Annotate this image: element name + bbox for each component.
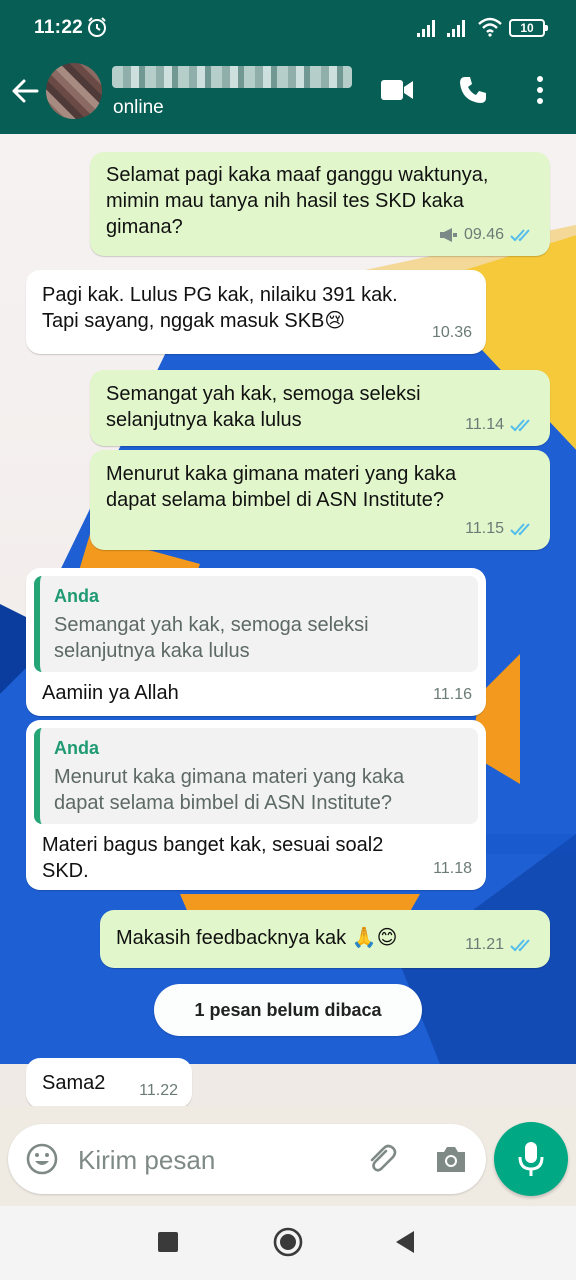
quote-text: Semangat yah kak, semoga seleksi selanju…: [54, 614, 369, 662]
double-check-icon: [510, 229, 530, 242]
quote-author: Anda: [54, 586, 99, 606]
video-call-icon[interactable]: [380, 78, 414, 102]
unread-messages-banner: 1 pesan belum dibaca: [154, 984, 422, 1036]
message-time: 09.46: [463, 226, 504, 243]
message-time: 10.36: [431, 324, 472, 341]
quoted-message[interactable]: Anda Menurut kaka gimana materi yang kak…: [34, 728, 478, 824]
quote-author: Anda: [54, 738, 99, 758]
message-meta: 11.21: [465, 932, 536, 958]
message-meta: 11.18: [433, 856, 472, 882]
status-time: 11:22: [34, 17, 84, 38]
alarm-icon: [88, 17, 106, 37]
contact-name-blurred[interactable]: [112, 66, 352, 88]
wifi-icon: [478, 17, 502, 37]
message-meta: 09.46: [438, 222, 536, 248]
nav-recents-icon[interactable]: [158, 1232, 178, 1252]
contact-avatar[interactable]: [46, 63, 102, 119]
system-navigation-bar: [0, 1206, 576, 1280]
outgoing-message[interactable]: Semangat yah kak, semoga seleksi selanju…: [90, 370, 550, 446]
message-time: 11.16: [433, 686, 472, 703]
phone-icon[interactable]: [458, 75, 488, 105]
message-meta: 11.15: [465, 516, 536, 542]
signal-icon: [417, 20, 435, 37]
nav-back-icon[interactable]: [394, 1230, 416, 1254]
incoming-message[interactable]: Sama2 11.22: [26, 1058, 192, 1106]
voice-record-button[interactable]: [494, 1122, 568, 1196]
attach-icon[interactable]: [364, 1142, 398, 1176]
message-meta: 11.14: [465, 412, 536, 438]
status-bar: 11:22 10: [0, 0, 576, 56]
outgoing-message[interactable]: Selamat pagi kaka maaf ganggu waktunya, …: [90, 152, 550, 256]
message-composer[interactable]: Kirim pesan: [8, 1124, 486, 1194]
double-check-icon: [510, 419, 530, 432]
message-time: 11.18: [433, 860, 472, 877]
message-time: 11.15: [465, 520, 504, 537]
emoji-icon[interactable]: [26, 1143, 58, 1175]
message-input[interactable]: Kirim pesan: [78, 1145, 215, 1176]
broadcast-icon: [439, 228, 457, 242]
incoming-reply-message[interactable]: Anda Semangat yah kak, semoga seleksi se…: [26, 568, 486, 716]
nav-home-icon[interactable]: [272, 1226, 304, 1258]
message-text: Materi bagus banget kak, sesuai soal2 SK…: [42, 834, 384, 882]
mic-icon: [518, 1142, 544, 1176]
outgoing-message[interactable]: Menurut kaka gimana materi yang kaka dap…: [90, 450, 550, 550]
message-text: Menurut kaka gimana materi yang kaka dap…: [106, 463, 457, 511]
message-meta: 11.22: [139, 1078, 178, 1104]
message-meta: 11.16: [433, 682, 472, 708]
quoted-message[interactable]: Anda Semangat yah kak, semoga seleksi se…: [34, 576, 478, 672]
double-check-icon: [510, 939, 530, 952]
message-meta: 10.36: [432, 320, 472, 346]
message-time: 11.22: [139, 1082, 178, 1099]
chat-header: online: [0, 56, 576, 134]
camera-icon[interactable]: [434, 1144, 468, 1174]
double-check-icon: [510, 523, 530, 536]
contact-status: online: [113, 97, 164, 118]
back-arrow-icon[interactable]: [10, 76, 40, 106]
quote-text: Menurut kaka gimana materi yang kaka dap…: [54, 766, 405, 814]
incoming-reply-message[interactable]: Anda Menurut kaka gimana materi yang kak…: [26, 720, 486, 890]
battery-indicator: 10: [509, 19, 548, 37]
message-time: 11.14: [465, 416, 504, 433]
outgoing-message[interactable]: Makasih feedbacknya kak 🙏😊 11.21: [100, 910, 550, 968]
more-vert-icon[interactable]: [534, 74, 546, 106]
signal-icon: [447, 20, 465, 37]
incoming-message[interactable]: Pagi kak. Lulus PG kak, nilaiku 391 kak.…: [26, 270, 486, 354]
chat-area[interactable]: Selamat pagi kaka maaf ganggu waktunya, …: [0, 134, 576, 1106]
message-time: 11.21: [465, 936, 504, 953]
message-text: Aamiin ya Allah: [42, 682, 179, 704]
message-text: Pagi kak. Lulus PG kak, nilaiku 391 kak.…: [42, 284, 398, 332]
